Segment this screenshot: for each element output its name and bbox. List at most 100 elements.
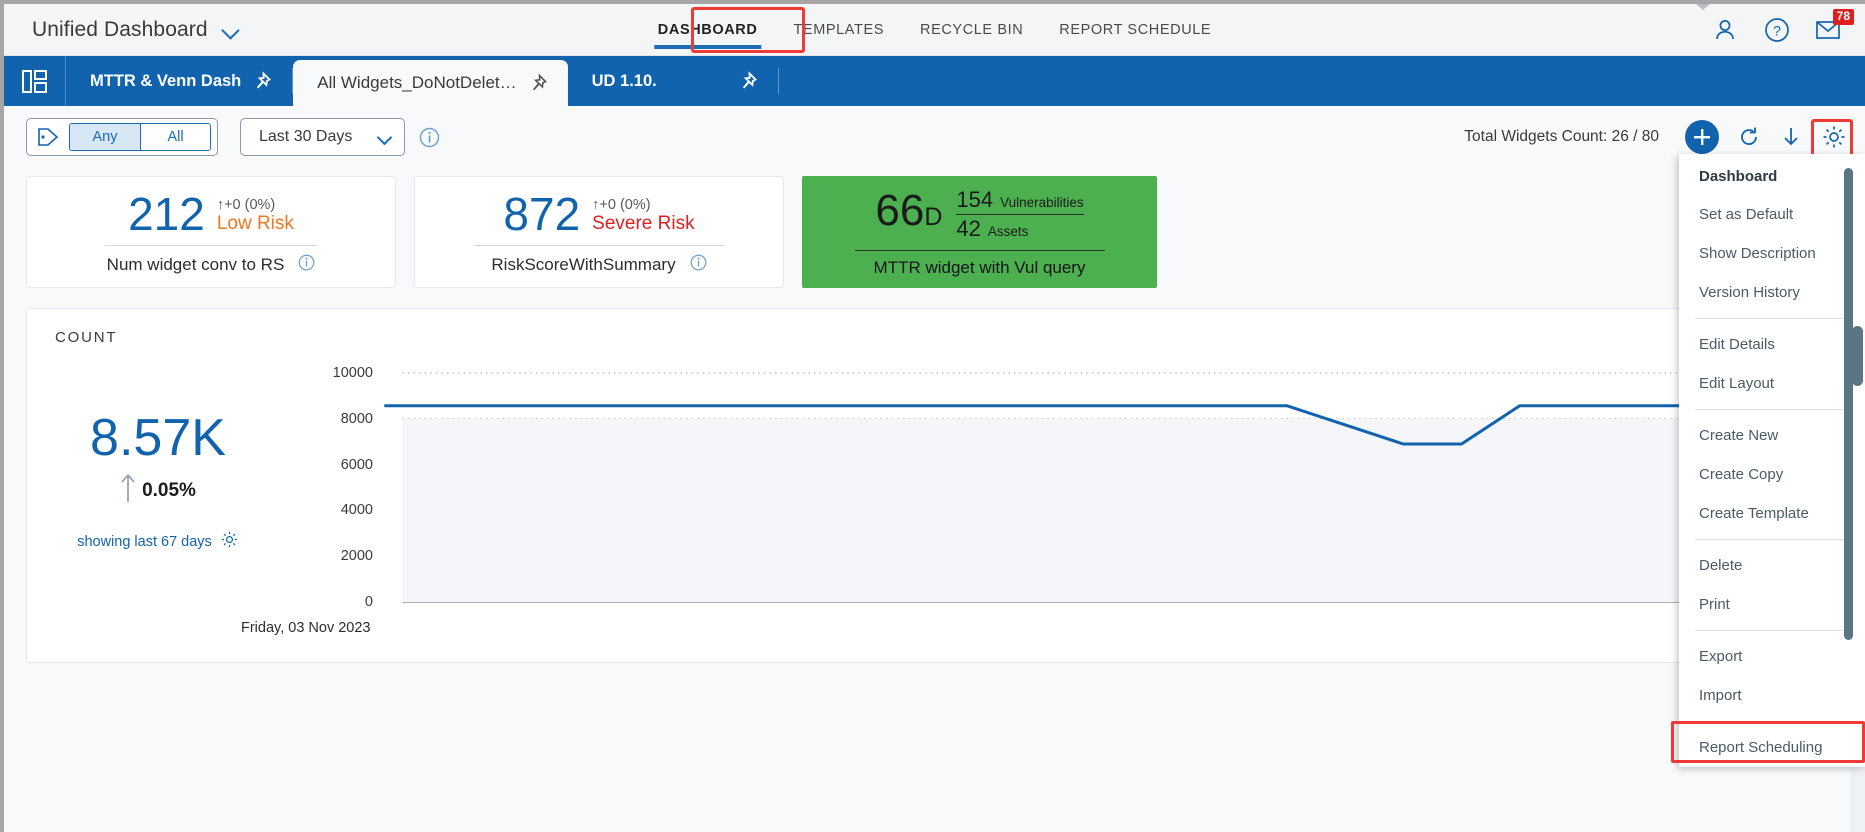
menu-scrollbar-thumb[interactable] (1844, 168, 1853, 640)
menu-item-show-description[interactable]: Show Description (1679, 234, 1865, 273)
menu-divider (1695, 721, 1849, 722)
date-range-select[interactable]: Last 30 Days (240, 118, 405, 156)
tab-recycle-bin[interactable]: RECYCLE BIN (902, 4, 1041, 55)
add-widget-button[interactable] (1685, 120, 1719, 154)
envelope-icon[interactable]: 78 (1816, 8, 1854, 41)
user-icon[interactable] (1712, 17, 1738, 43)
kpi-value: 872 (503, 187, 581, 240)
menu-divider (1695, 409, 1849, 410)
widget-count-chart[interactable]: COUNT 8.57K 0.05% showing last 67 days 0… (26, 308, 1841, 663)
tab-dashboard-label: DASHBOARD (657, 21, 758, 38)
menu-group: Delete Print (1679, 546, 1865, 624)
mttr-denominator: 42 (956, 215, 981, 241)
chart-summary-panel: 8.57K 0.05% showing last 67 days (53, 409, 263, 553)
dashboard-tab-ud-110[interactable]: UD 1.10. (568, 56, 778, 106)
page-scrollbar-thumb[interactable] (1852, 326, 1863, 386)
chart-x-tick-label: Friday, 03 Nov 2023 (241, 620, 371, 636)
menu-item-create-new[interactable]: Create New (1679, 416, 1865, 455)
widget-title: Num widget conv to RS (106, 254, 285, 274)
kpi-value-row: 872 ↑+0 (0%) Severe Risk (503, 189, 694, 239)
kpi-delta: ↑+0 (0%) (592, 196, 651, 213)
dashboard-toolbar: Any All Last 30 Days Total Widgets Count… (4, 106, 1865, 168)
tag-filter-control[interactable]: Any All (26, 118, 218, 156)
chevron-down-icon (377, 132, 392, 142)
chart-svg (384, 372, 1840, 603)
tab-divider (777, 68, 779, 94)
menu-group: Edit Details Edit Layout (1679, 325, 1865, 403)
page-title: Unified Dashboard (32, 17, 208, 41)
main-nav: DASHBOARD TEMPLATES RECYCLE BIN REPORT S… (640, 4, 1229, 55)
menu-group: Create New Create Copy Create Template (1679, 416, 1865, 533)
tab-templates[interactable]: TEMPLATES (775, 4, 902, 55)
kpi-detail: ↑+0 (0%) Severe Risk (592, 196, 695, 239)
widget-title: RiskScoreWithSummary (491, 254, 676, 274)
mail-unread-badge: 78 (1832, 8, 1854, 25)
mttr-fraction: 154 Vulnerabilities 42 Assets (956, 187, 1084, 242)
mttr-value: 66D (875, 189, 942, 239)
menu-item-import[interactable]: Import (1679, 676, 1865, 715)
pin-icon[interactable] (251, 70, 272, 92)
tab-report-schedule[interactable]: REPORT SCHEDULE (1041, 4, 1229, 55)
kpi-value: 212 (128, 187, 205, 240)
mttr-unit: D (924, 203, 943, 231)
mttr-value-row: 66D 154 Vulnerabilities 42 Assets (875, 187, 1084, 242)
pin-icon[interactable] (737, 70, 758, 92)
menu-divider (1695, 318, 1849, 319)
widget-num-widget-conv-to-rs[interactable]: 212 ↑+0 (0%) Low Risk Num widget conv to… (26, 176, 396, 288)
info-circle-icon[interactable] (690, 254, 707, 276)
menu-item-version-history[interactable]: Version History (1679, 273, 1865, 312)
chart-trend-pct: 0.05% (142, 479, 196, 501)
arrow-up-icon (120, 473, 136, 508)
collapse-caret-icon[interactable] (1696, 4, 1710, 10)
dashboard-tab-label: All Widgets_DoNotDelet… (317, 73, 517, 92)
chart-y-tick-label: 2000 (340, 548, 373, 565)
dashboard-tab-strip: MTTR & Venn Dash All Widgets_DoNotDelet…… (4, 56, 1865, 106)
dashboard-tab-mttr-venn-dash[interactable]: MTTR & Venn Dash (66, 56, 292, 106)
chart-heading: COUNT (55, 329, 118, 346)
mttr-footer: MTTR widget with Vul query (854, 249, 1105, 278)
tag-match-segmented-control: Any All (69, 123, 211, 151)
menu-item-create-copy[interactable]: Create Copy (1679, 455, 1865, 494)
menu-item-export[interactable]: Export (1679, 637, 1865, 676)
status-badge: Low Risk (216, 212, 294, 234)
dashboard-tab-all-widgets[interactable]: All Widgets_DoNotDelet… (293, 60, 568, 106)
gear-icon[interactable] (220, 530, 239, 553)
info-circle-icon[interactable] (419, 127, 440, 148)
brand-area[interactable]: Unified Dashboard (4, 18, 239, 42)
pin-icon[interactable] (527, 72, 548, 94)
segment-all[interactable]: All (140, 124, 210, 150)
menu-item-create-template[interactable]: Create Template (1679, 494, 1865, 533)
dashboard-content: 212 ↑+0 (0%) Low Risk Num widget conv to… (4, 168, 1865, 832)
dashboard-settings-menu: Dashboard Set as Default Show Descriptio… (1671, 154, 1865, 767)
menu-item-delete[interactable]: Delete (1679, 546, 1865, 585)
svg-text:?: ? (1773, 22, 1781, 38)
tab-dashboard[interactable]: DASHBOARD (640, 4, 776, 55)
chart-y-tick-label: 4000 (340, 502, 373, 519)
date-range-value: Last 30 Days (259, 128, 353, 145)
dashboard-grid-icon[interactable] (4, 56, 66, 106)
refresh-icon[interactable] (1737, 125, 1761, 149)
menu-item-edit-details[interactable]: Edit Details (1679, 325, 1865, 364)
chart-y-tick-label: 10000 (332, 365, 373, 381)
mttr-denominator-row: 42 Assets (956, 215, 1083, 242)
menu-item-edit-layout[interactable]: Edit Layout (1679, 364, 1865, 403)
menu-item-set-as-default[interactable]: Set as Default (1679, 195, 1865, 234)
widget-mttr-with-vul-query[interactable]: 66D 154 Vulnerabilities 42 Assets MTTR w… (802, 176, 1157, 288)
line-chart-plot: 0 2000 4000 6000 8000 10000 Friday, 03 Nov 20… (241, 365, 1840, 636)
tag-icon (37, 127, 69, 147)
gear-icon[interactable] (1821, 124, 1847, 150)
segment-any[interactable]: Any (70, 124, 140, 150)
tab-recycle-bin-label: RECYCLE BIN (920, 21, 1024, 38)
status-badge: Severe Risk (592, 212, 695, 234)
download-icon[interactable] (1779, 125, 1803, 149)
widget-riskscorewithsummary[interactable]: 872 ↑+0 (0%) Severe Risk RiskScoreWithSu… (414, 176, 784, 288)
help-circle-icon[interactable]: ? (1764, 17, 1790, 43)
chevron-down-icon[interactable] (222, 21, 239, 38)
menu-divider (1695, 630, 1849, 631)
menu-header: Dashboard (1699, 168, 1778, 185)
tab-templates-label: TEMPLATES (793, 21, 885, 38)
menu-item-print[interactable]: Print (1679, 585, 1865, 624)
chart-range-link[interactable]: showing last 67 days (53, 530, 263, 553)
menu-item-report-scheduling[interactable]: Report Scheduling (1679, 728, 1865, 767)
info-circle-icon[interactable] (298, 254, 315, 276)
